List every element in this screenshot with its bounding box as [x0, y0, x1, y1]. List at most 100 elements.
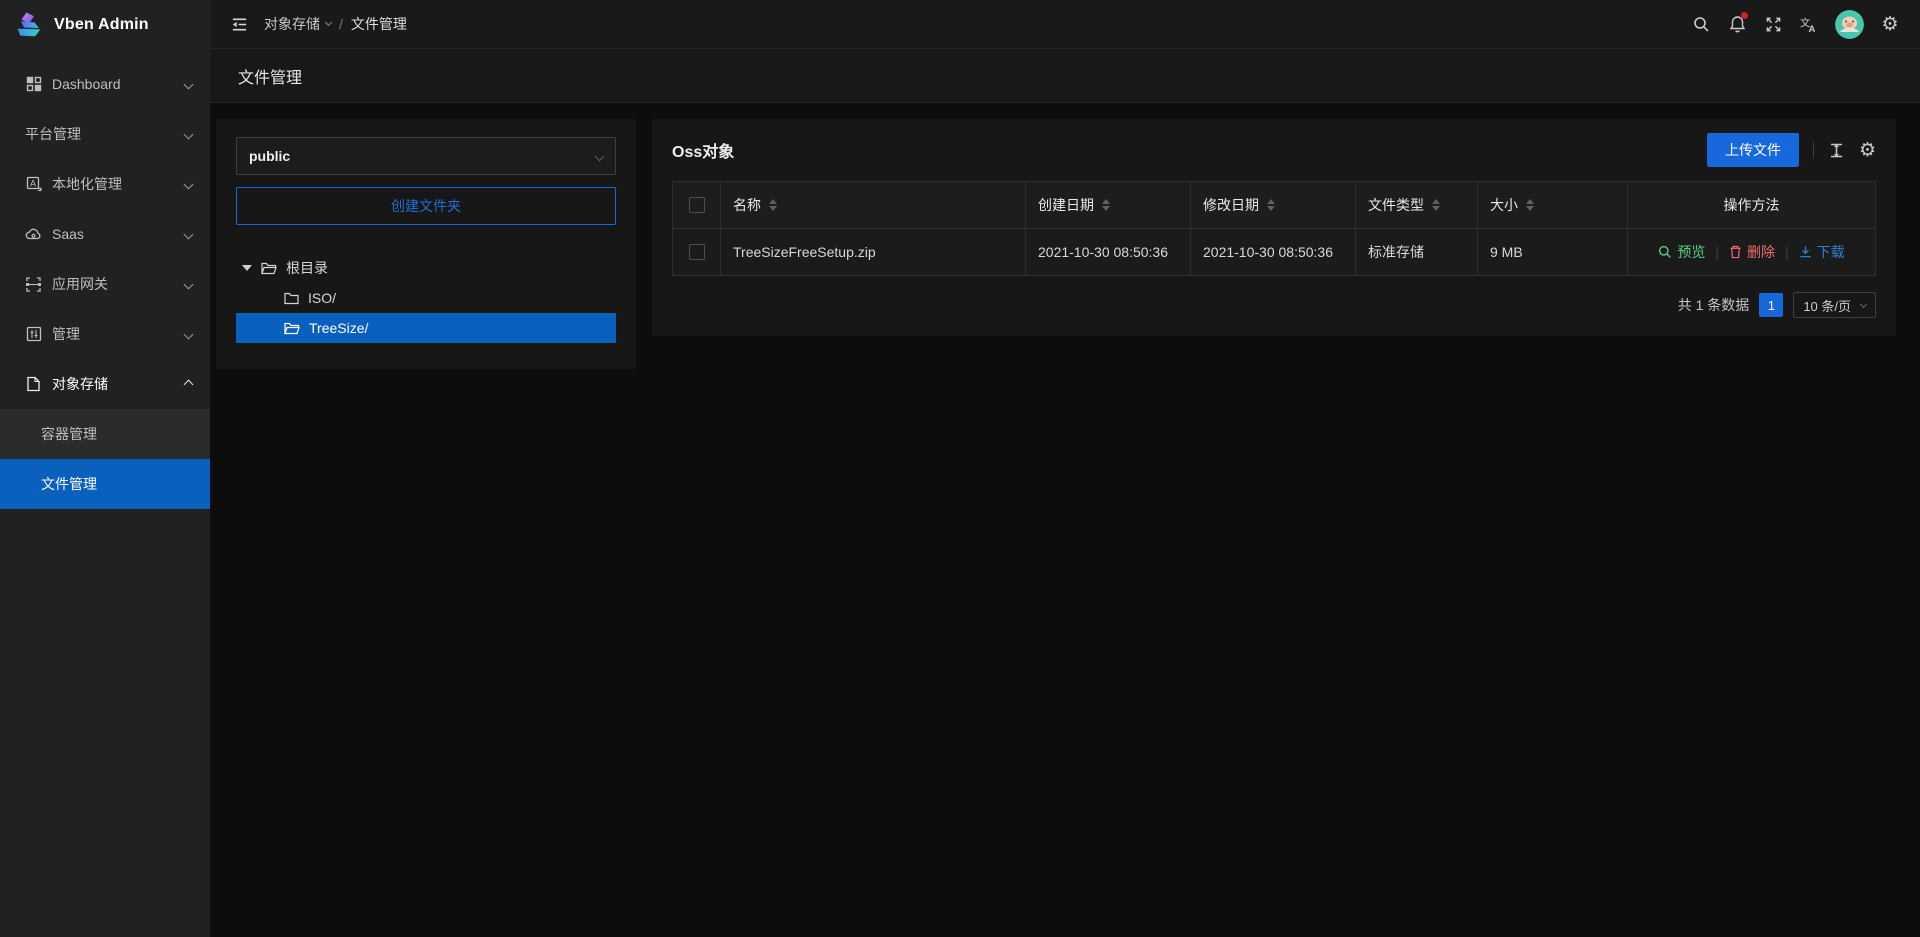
- sidebar-item-localization[interactable]: A 本地化管理: [0, 159, 210, 209]
- create-folder-button[interactable]: 创建文件夹: [236, 187, 616, 225]
- tree-expand-caret-icon[interactable]: [242, 265, 252, 271]
- cell-actions: 预览 | 删除 |: [1628, 229, 1876, 276]
- select-all-checkbox[interactable]: [689, 197, 705, 213]
- sidebar-item-label: 应用网关: [52, 274, 108, 294]
- preview-magnifier-icon: [1658, 245, 1672, 259]
- sidebar-item-admin[interactable]: 管理: [0, 309, 210, 359]
- breadcrumb: 对象存储 / 文件管理: [264, 14, 407, 34]
- chevron-down-icon: [595, 151, 605, 161]
- row-height-icon[interactable]: [1828, 142, 1845, 159]
- sidebar-item-saas[interactable]: Saas: [0, 209, 210, 259]
- column-header-modified[interactable]: 修改日期: [1191, 182, 1356, 229]
- page-title: 文件管理: [238, 64, 302, 88]
- sidebar-item-container-management[interactable]: 容器管理: [0, 409, 210, 459]
- sort-icons: [769, 199, 777, 211]
- document-icon: [25, 376, 42, 393]
- folder-open-icon: [284, 322, 300, 335]
- svg-text:A: A: [1808, 24, 1815, 33]
- translate-icon[interactable]: 文 A: [1791, 0, 1827, 48]
- chevron-down-icon: [184, 229, 194, 239]
- preview-action[interactable]: 预览: [1658, 242, 1705, 262]
- bucket-panel: public 创建文件夹 根目录: [216, 119, 636, 369]
- sidebar-item-label: 本地化管理: [52, 174, 122, 194]
- breadcrumb-item-file-management[interactable]: 文件管理: [351, 14, 407, 34]
- sidebar-item-object-storage[interactable]: 对象存储: [0, 359, 210, 409]
- search-icon[interactable]: [1683, 0, 1719, 48]
- column-header-name[interactable]: 名称: [721, 182, 1026, 229]
- bucket-select-value: public: [249, 148, 290, 164]
- sidebar-item-dashboard[interactable]: Dashboard: [0, 59, 210, 109]
- trash-icon: [1729, 245, 1742, 259]
- sidebar-item-label: 平台管理: [25, 124, 81, 144]
- cell-modified: 2021-10-30 08:50:36: [1191, 229, 1356, 276]
- sidebar-item-file-management[interactable]: 文件管理: [0, 459, 210, 509]
- chevron-down-icon: [1860, 300, 1867, 307]
- svg-text:A: A: [30, 179, 36, 189]
- toolbar-divider: [1813, 142, 1814, 158]
- sort-icons: [1432, 199, 1440, 211]
- pagination-total: 共 1 条数据: [1678, 295, 1750, 315]
- sidebar-item-label: Dashboard: [52, 76, 121, 92]
- tree-node-iso[interactable]: ISO/: [236, 283, 616, 313]
- sidebar-item-gateway[interactable]: 应用网关: [0, 259, 210, 309]
- download-action[interactable]: 下载: [1799, 242, 1845, 262]
- chevron-down-icon: [184, 279, 194, 289]
- sidebar-collapse-icon[interactable]: [222, 7, 256, 41]
- column-header-filetype[interactable]: 文件类型: [1356, 182, 1478, 229]
- oss-panel-header: Oss对象 上传文件 ⚙: [672, 133, 1876, 167]
- folder-open-icon: [261, 262, 277, 275]
- chevron-up-icon: [184, 379, 194, 389]
- tree-node-root[interactable]: 根目录: [236, 253, 616, 283]
- bucket-select[interactable]: public: [236, 137, 616, 175]
- chevron-down-icon: [325, 19, 332, 26]
- chevron-down-icon: [184, 179, 194, 189]
- sidebar: Vben Admin Dashboard 平台管理 A: [0, 0, 210, 937]
- bell-icon[interactable]: [1719, 0, 1755, 48]
- page-size-select[interactable]: 10 条/页: [1793, 292, 1876, 318]
- sidebar-item-label: 容器管理: [41, 424, 97, 444]
- sidebar-menu: Dashboard 平台管理 A 本地化管理: [0, 49, 210, 509]
- page-title-bar: 文件管理: [210, 49, 1920, 103]
- settings-gear-icon[interactable]: ⚙: [1872, 0, 1908, 48]
- upload-file-button[interactable]: 上传文件: [1707, 133, 1799, 167]
- notification-badge: [1741, 12, 1748, 19]
- column-header-created[interactable]: 创建日期: [1026, 182, 1191, 229]
- sidebar-item-label: Saas: [52, 226, 84, 242]
- sliders-icon: [25, 326, 42, 343]
- tree-node-label: TreeSize/: [309, 320, 368, 336]
- vben-logo-icon: [14, 10, 44, 40]
- gateway-icon: [25, 276, 42, 293]
- content-area: public 创建文件夹 根目录: [210, 103, 1920, 937]
- pagination: 共 1 条数据 1 10 条/页: [672, 292, 1876, 318]
- top-header: 对象存储 / 文件管理 文 A: [210, 0, 1920, 49]
- sort-icons: [1526, 199, 1534, 211]
- cell-filetype: 标准存储: [1356, 229, 1478, 276]
- sidebar-item-label: 对象存储: [52, 374, 108, 394]
- oss-objects-panel: Oss对象 上传文件 ⚙: [652, 119, 1896, 336]
- sidebar-item-label: 管理: [52, 324, 80, 344]
- page-number-button[interactable]: 1: [1759, 293, 1783, 317]
- column-header-size[interactable]: 大小: [1478, 182, 1628, 229]
- tree-node-treesize[interactable]: TreeSize/: [236, 313, 616, 343]
- sort-icons: [1267, 199, 1275, 211]
- cell-name: TreeSizeFreeSetup.zip: [721, 229, 1026, 276]
- tree-node-label: ISO/: [308, 290, 336, 306]
- header-select-all-cell: [673, 182, 721, 229]
- object-storage-submenu: 容器管理 文件管理: [0, 409, 210, 509]
- table-header-row: 名称 创建日期 修改日期 文: [673, 182, 1876, 229]
- app-logo[interactable]: Vben Admin: [0, 0, 210, 49]
- column-header-actions: 操作方法: [1628, 182, 1876, 229]
- breadcrumb-separator: /: [339, 16, 343, 32]
- oss-panel-title: Oss对象: [672, 138, 734, 162]
- fullscreen-icon[interactable]: [1755, 0, 1791, 48]
- row-checkbox[interactable]: [689, 244, 705, 260]
- delete-action[interactable]: 删除: [1729, 242, 1775, 262]
- row-select-cell: [673, 229, 721, 276]
- breadcrumb-item-object-storage[interactable]: 对象存储: [264, 14, 331, 34]
- sidebar-item-platform[interactable]: 平台管理: [0, 109, 210, 159]
- column-settings-gear-icon[interactable]: ⚙: [1859, 141, 1876, 160]
- folder-tree: 根目录 ISO/ TreeSize/: [236, 253, 616, 343]
- user-avatar[interactable]: [1835, 10, 1864, 39]
- app-title: Vben Admin: [54, 16, 149, 34]
- sidebar-item-label: 文件管理: [41, 474, 97, 494]
